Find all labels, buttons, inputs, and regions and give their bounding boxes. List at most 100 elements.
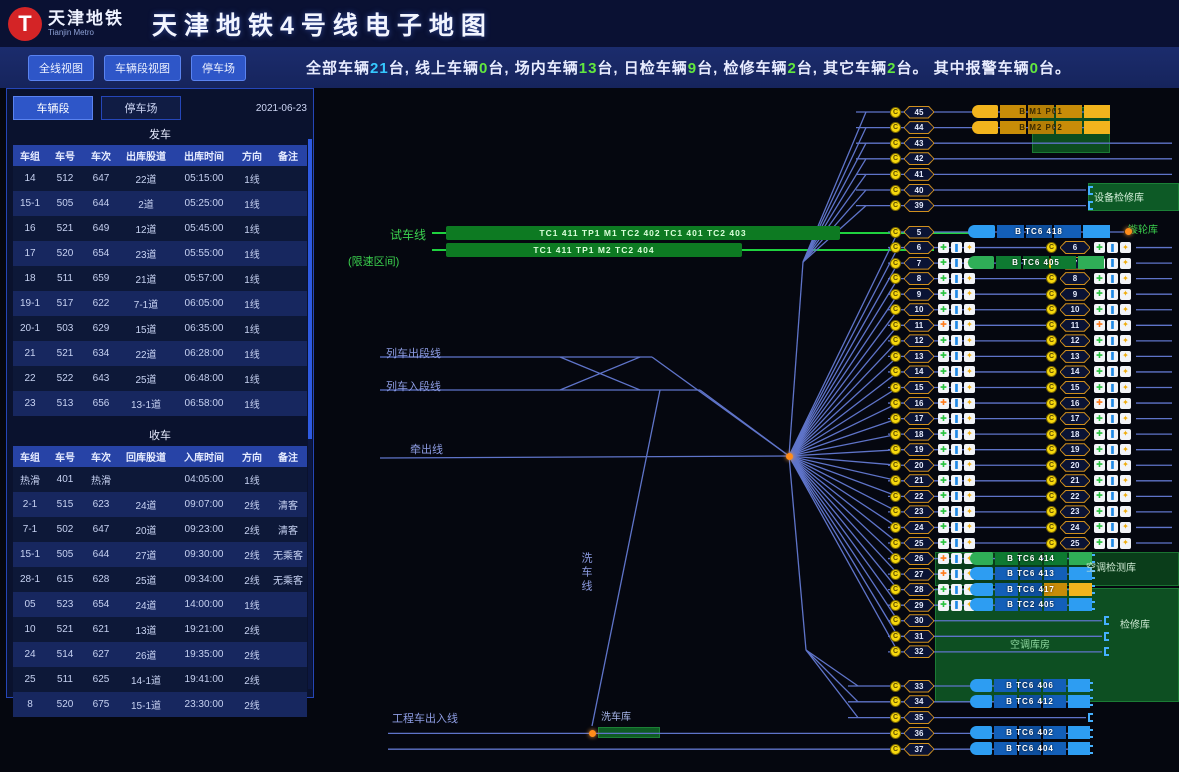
track-badge[interactable]: 43 — [904, 137, 934, 150]
track-badge[interactable]: 18 — [1060, 428, 1090, 441]
sidebar-scrollbar[interactable] — [308, 139, 312, 689]
table-row[interactable]: 1052162113道19:21:002线 — [13, 617, 307, 642]
train[interactable]: B TC6 413 — [970, 567, 1092, 580]
table-row[interactable]: 0552365424道14:00:001线 — [13, 592, 307, 617]
table-row[interactable]: 15-15056442道05:25:001线 — [13, 191, 307, 216]
track-badge[interactable]: 29 — [904, 599, 934, 612]
track-badge[interactable]: 18 — [904, 428, 934, 441]
train[interactable]: B TC6 417 — [970, 583, 1092, 596]
track-badge[interactable]: 19 — [1060, 443, 1090, 456]
table-row[interactable]: 2152163422道06:28:001线 — [13, 341, 307, 366]
track-badge[interactable]: 24 — [1060, 521, 1090, 534]
table-row[interactable]: 热滑401热滑04:05:001线 — [13, 467, 307, 492]
track-badge[interactable]: 30 — [904, 614, 934, 627]
sidebar-scrollbar-thumb[interactable] — [308, 139, 312, 439]
track-badge[interactable]: 16 — [1060, 397, 1090, 410]
train[interactable]: B TC6 405 — [968, 256, 1104, 269]
track-badge[interactable]: 22 — [904, 490, 934, 503]
track-badge[interactable]: 36 — [904, 727, 934, 740]
track-badge[interactable]: 11 — [1060, 319, 1090, 332]
train[interactable]: B TC2 405 — [970, 598, 1092, 611]
track-badge[interactable]: 31 — [904, 630, 934, 643]
train[interactable]: B TC6 402 — [970, 726, 1090, 739]
table-row[interactable]: 2351365613-1道06:58:001线 — [13, 391, 307, 416]
track-badge[interactable]: 21 — [1060, 474, 1090, 487]
track-badge[interactable]: 32 — [904, 645, 934, 658]
track-badge[interactable]: 33 — [904, 680, 934, 693]
table-row[interactable]: 2-151562324道09:07:002线清客 — [13, 492, 307, 517]
table-row[interactable]: 1652164912道05:45:001线 — [13, 216, 307, 241]
track-badge[interactable]: 9 — [904, 288, 934, 301]
test-train-consist[interactable]: TC1 411 TP1 M1 TC2 402 TC1 401 TC2 403 — [446, 226, 840, 240]
track-badge[interactable]: 45 — [904, 106, 934, 119]
view-button-0[interactable]: 全线视图 — [28, 55, 94, 81]
track-badge[interactable]: 17 — [1060, 412, 1090, 425]
train[interactable]: B TC6 412 — [970, 695, 1090, 708]
train[interactable]: B M1 P01 — [972, 105, 1110, 118]
track-badge[interactable]: 22 — [1060, 490, 1090, 503]
panel-tab-0[interactable]: 车辆段 — [13, 96, 93, 120]
track-badge[interactable]: 16 — [904, 397, 934, 410]
track-badge[interactable]: 19 — [904, 443, 934, 456]
track-badge[interactable]: 25 — [1060, 537, 1090, 550]
track-badge[interactable]: 8 — [904, 272, 934, 285]
train[interactable]: B M2 P02 — [972, 121, 1110, 134]
track-badge[interactable]: 10 — [904, 303, 934, 316]
track-badge[interactable]: 14 — [1060, 365, 1090, 378]
train[interactable]: B TC6 418 — [968, 225, 1110, 238]
track-badge[interactable]: 15 — [904, 381, 934, 394]
track-badge[interactable]: 37 — [904, 743, 934, 756]
track-badge[interactable]: 34 — [904, 695, 934, 708]
table-row[interactable]: 7-150264720道09:23:002线清客 — [13, 517, 307, 542]
track-badge[interactable]: 7 — [904, 257, 934, 270]
track-badge[interactable]: 42 — [904, 152, 934, 165]
view-button-1[interactable]: 车辆段视图 — [104, 55, 181, 81]
table-row[interactable]: 2551162514-1道19:41:002线 — [13, 667, 307, 692]
table-row[interactable]: 1851165921道05:57:001线 — [13, 266, 307, 291]
track-badge[interactable]: 14 — [904, 365, 934, 378]
train[interactable]: B TC6 414 — [970, 552, 1092, 565]
track-badge[interactable]: 27 — [904, 568, 934, 581]
table-row[interactable]: 1752065423道05:55:001线 — [13, 241, 307, 266]
test-train-consist[interactable]: TC1 411 TP1 M2 TC2 404 — [446, 243, 742, 257]
table-row[interactable]: 15-150564427道09:30:002线无乘客 — [13, 542, 307, 567]
track-badge[interactable]: 40 — [904, 184, 934, 197]
track-badge[interactable]: 28 — [904, 583, 934, 596]
table-row[interactable]: 2451462726道19:35:002线 — [13, 642, 307, 667]
track-badge[interactable]: 25 — [904, 537, 934, 550]
track-badge[interactable]: 39 — [904, 199, 934, 212]
train[interactable]: B TC6 404 — [970, 742, 1090, 755]
track-badge[interactable]: 24 — [904, 521, 934, 534]
table-row[interactable]: 2252264325道06:48:001线 — [13, 366, 307, 391]
track-badge[interactable]: 17 — [904, 412, 934, 425]
train[interactable]: B TC6 406 — [970, 679, 1090, 692]
track-badge[interactable]: 12 — [904, 334, 934, 347]
table-row[interactable]: 1451264722道05:15:001线 — [13, 166, 307, 191]
track-badge[interactable]: 20 — [904, 459, 934, 472]
track-badge[interactable]: 15 — [1060, 381, 1090, 394]
track-badge[interactable]: 6 — [904, 241, 934, 254]
track-badge[interactable]: 26 — [904, 552, 934, 565]
table-row[interactable]: 20-150362915道06:35:001线 — [13, 316, 307, 341]
panel-tab-1[interactable]: 停车场 — [101, 96, 181, 120]
view-button-2[interactable]: 停车场 — [191, 55, 246, 81]
track-badge[interactable]: 23 — [904, 505, 934, 518]
track-badge[interactable]: 23 — [1060, 505, 1090, 518]
track-badge[interactable]: 9 — [1060, 288, 1090, 301]
track-badge[interactable]: 35 — [904, 711, 934, 724]
track-badge[interactable]: 12 — [1060, 334, 1090, 347]
track-badge[interactable]: 8 — [1060, 272, 1090, 285]
track-badge[interactable]: 44 — [904, 121, 934, 134]
track-badge[interactable]: 13 — [904, 350, 934, 363]
track-badge[interactable]: 20 — [1060, 459, 1090, 472]
track-badge[interactable]: 6 — [1060, 241, 1090, 254]
track-badge[interactable]: 11 — [904, 319, 934, 332]
track-badge[interactable]: 21 — [904, 474, 934, 487]
track-badge[interactable]: 10 — [1060, 303, 1090, 316]
table-row[interactable]: 852067515-1道23:30:002线 — [13, 692, 307, 717]
table-row[interactable]: 19-15176227-1道06:05:001线 — [13, 291, 307, 316]
track-badge[interactable]: 41 — [904, 168, 934, 181]
track-badge[interactable]: 5 — [904, 226, 934, 239]
table-row[interactable]: 28-161562825道09:34:002线无乘客 — [13, 567, 307, 592]
track-badge[interactable]: 13 — [1060, 350, 1090, 363]
